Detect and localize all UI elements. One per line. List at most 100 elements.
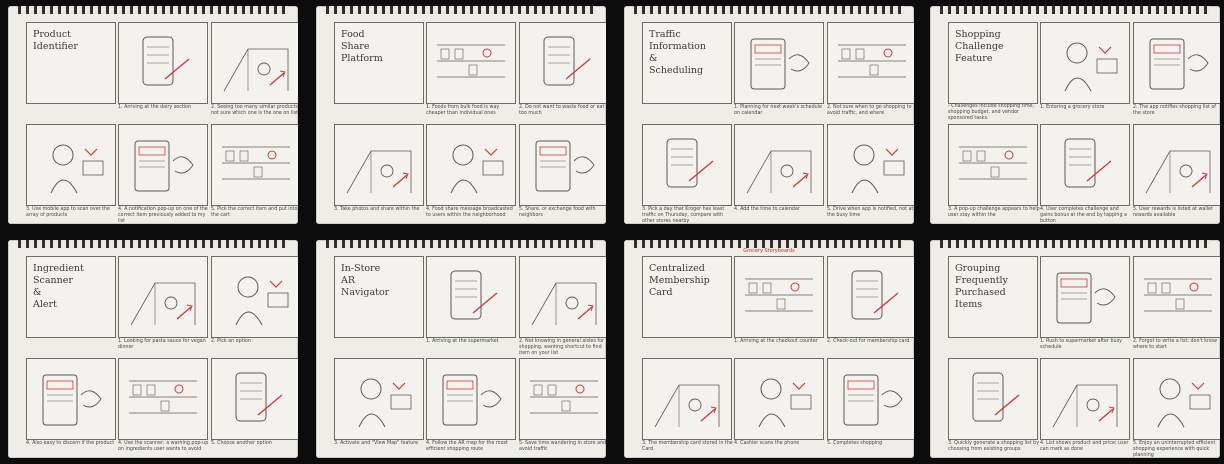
panel-sketch — [450, 270, 498, 320]
panel-caption: 1. Planning for next week's schedule on … — [734, 105, 823, 116]
panel-sketch — [1056, 272, 1116, 324]
spiral-binding — [634, 240, 904, 248]
panel-sketch — [450, 144, 504, 194]
spiral-binding — [634, 6, 904, 14]
panel-caption: 2. Seeing too many similar products, not… — [211, 105, 298, 116]
panel-drawing — [834, 131, 910, 199]
panel-sketch — [346, 150, 412, 194]
storyboard-panel — [1133, 124, 1220, 206]
storyboard-panel — [519, 256, 606, 338]
panel-caption: 5. User rewards is listed at wallet rewa… — [1133, 207, 1213, 218]
storyboard-panel — [642, 124, 732, 206]
panel-drawing — [125, 131, 201, 199]
panel-sketch — [1064, 138, 1112, 188]
storyboard-collage: Product Identifier 1. Arriving at the da… — [0, 0, 1224, 464]
storyboard-panel — [519, 124, 606, 206]
panel-drawing — [341, 131, 417, 199]
panel-caption: 4. User completes challenge and gains bo… — [1040, 207, 1127, 224]
panel-caption: 5. Drive when app is notified, not at th… — [827, 207, 914, 218]
panel-sketch — [543, 36, 591, 86]
title-panel: In-Store AR Navigator — [334, 256, 424, 338]
panel-caption: 2. Forgot to write a list; don't know wh… — [1133, 339, 1217, 350]
panel-sketch — [130, 282, 196, 326]
storyboard-panel — [26, 124, 116, 206]
panel-caption: 4. Cashier scans the phone — [734, 441, 800, 446]
storyboard-panel — [211, 22, 298, 104]
title-panel: Food Share Platform — [334, 22, 424, 104]
panel-sketch — [972, 372, 1020, 422]
panel-caption: 5. Pick the correct item and put into th… — [211, 207, 298, 218]
storyboard-title: Shopping Challenge Feature — [955, 29, 1004, 64]
panel-drawing — [1140, 365, 1216, 433]
panel-caption: 1. Looking for pasta sauce for vegan din… — [118, 339, 206, 350]
panel-caption: 2. Check-out for membership card — [827, 339, 910, 344]
panel-sketch — [843, 374, 903, 426]
panel-drawing — [341, 365, 417, 433]
storyboard-title: Centralized Membership Card — [649, 263, 710, 298]
storyboard-title: In-Store AR Navigator — [341, 263, 390, 298]
panel-sketch — [666, 138, 714, 188]
storyboard-panel — [519, 358, 606, 440]
panel-drawing — [834, 365, 910, 433]
panel-sketch — [531, 282, 597, 326]
storyboard-panel — [734, 124, 824, 206]
storyboard-sheet: Traffic Information & Scheduling 1. Plan… — [624, 6, 914, 224]
storyboard-panel — [211, 256, 298, 338]
panel-drawing — [526, 131, 602, 199]
storyboard-panel — [734, 358, 824, 440]
storyboard-panel — [118, 22, 208, 104]
panel-sketch — [134, 140, 194, 192]
title-panel: Ingredient Scanner & Alert — [26, 256, 116, 338]
storyboard-panel — [734, 256, 824, 338]
title-panel: Product Identifier — [26, 22, 116, 104]
storyboard-panel — [426, 358, 516, 440]
panel-drawing — [33, 131, 109, 199]
panel-sketch — [223, 48, 289, 92]
panel-caption: 3. Use mobile app to scan over the array… — [26, 207, 111, 218]
storyboard-panel — [827, 256, 914, 338]
title-panel: Traffic Information & Scheduling — [642, 22, 732, 104]
storyboard-panel — [1040, 22, 1130, 104]
panel-caption: 1. Arriving at the checkout counter — [734, 339, 818, 344]
storyboard-sheet: Shopping Challenge Feature - Challenges i… — [930, 6, 1220, 224]
spiral-binding — [18, 240, 288, 248]
panel-caption: 2. Not knowing in general aisles for sho… — [519, 339, 604, 356]
panel-drawing — [218, 29, 294, 97]
panel-sketch — [437, 44, 505, 78]
storyboard-panel — [827, 22, 914, 104]
panel-caption: 3. Quickly generate a shopping list by c… — [948, 441, 1040, 452]
panel-sketch — [222, 146, 290, 180]
panel-sketch — [745, 278, 813, 312]
storyboard-title: Ingredient Scanner & Alert — [33, 263, 84, 310]
storyboard-panel — [426, 22, 516, 104]
panel-caption: 5. Completes shopping — [827, 441, 883, 446]
panel-caption: 3. The membership card stored in the Car… — [642, 441, 733, 452]
storyboard-panel — [1040, 358, 1130, 440]
panel-drawing — [526, 29, 602, 97]
storyboard-subtitle: - Challenges include shopping time, shop… — [948, 104, 1035, 121]
panel-drawing — [125, 263, 201, 331]
storyboard-sheet: Grouping Frequently Purchased Items 1. R… — [930, 240, 1220, 458]
spiral-binding — [18, 6, 288, 14]
panel-drawing — [433, 365, 509, 433]
panel-sketch — [959, 146, 1027, 180]
panel-caption: 4. Add the time to calendar — [734, 207, 800, 212]
panel-sketch — [1149, 38, 1209, 90]
panel-drawing — [526, 263, 602, 331]
panel-caption: 4. Use the scanner; a warning pop-up on … — [118, 441, 209, 452]
panel-caption: 2. Do not want to waste food or eat too … — [519, 105, 605, 116]
panel-caption: 5. Share, or exchange food with neighbor… — [519, 207, 596, 218]
panel-sketch — [530, 380, 598, 414]
panel-sketch — [746, 150, 812, 194]
storyboard-panel — [26, 358, 116, 440]
panel-drawing — [741, 365, 817, 433]
panel-caption: 1. Arriving at the supermarket — [426, 339, 499, 344]
panel-drawing — [1140, 29, 1216, 97]
panel-drawing — [1047, 365, 1123, 433]
panel-caption: 4. A notification pop-up on one of the c… — [118, 207, 208, 224]
panel-drawing — [433, 263, 509, 331]
panel-drawing — [33, 365, 109, 433]
storyboard-panel — [948, 358, 1038, 440]
storyboard-panel — [1133, 256, 1220, 338]
panel-sketch — [654, 384, 720, 428]
